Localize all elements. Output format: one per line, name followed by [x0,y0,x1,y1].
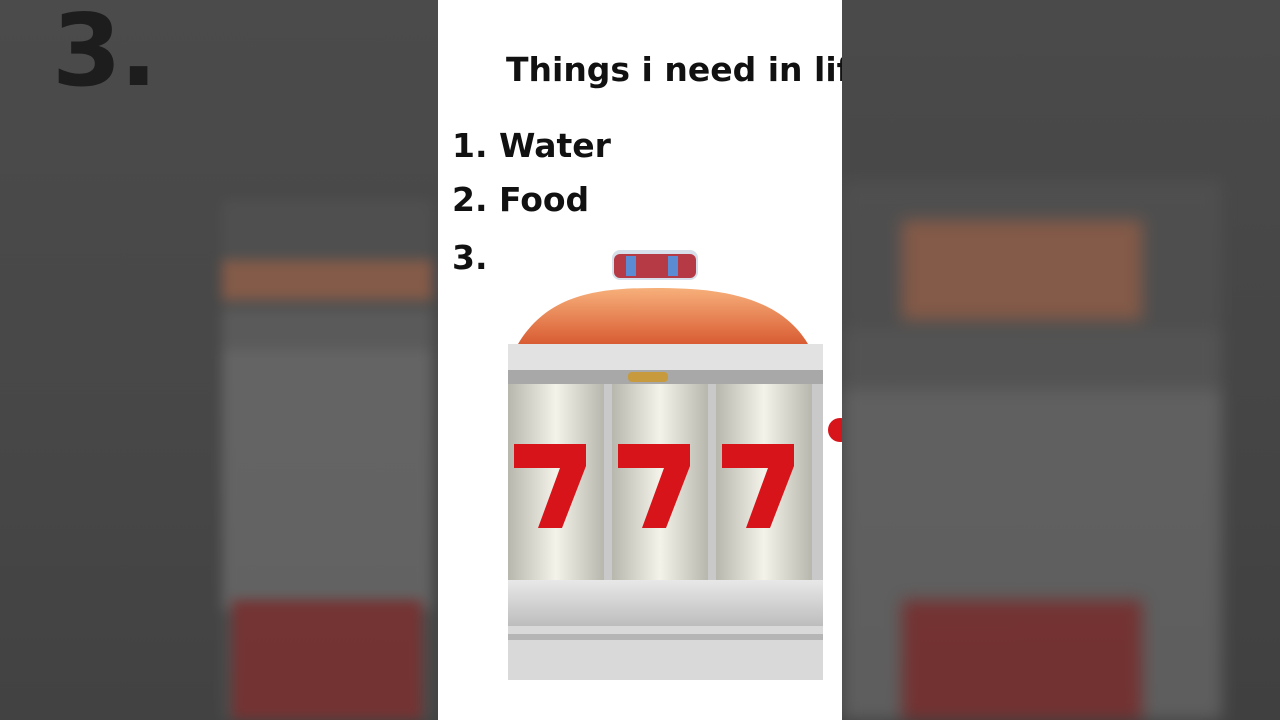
center-card: Things i need in life: 1. Water 2. Food … [438,0,842,720]
slot-top-light [612,250,698,280]
list-item-1: 1. Water [452,126,611,165]
list-item-3: 3. [452,238,488,277]
blurred-slot-machine-right [842,180,1222,720]
slot-machine-icon [508,250,842,680]
slot-top-rim [508,344,823,370]
slot-reel-window [508,370,823,580]
card-title: Things i need in life: [506,50,842,89]
blurred-slot-machine-left [222,200,432,720]
slot-base [508,580,823,680]
list-item-2: 2. Food [452,180,590,219]
slot-lever-knob [828,418,842,442]
background-number-label: 3. [52,0,158,109]
slot-dome [518,288,808,344]
